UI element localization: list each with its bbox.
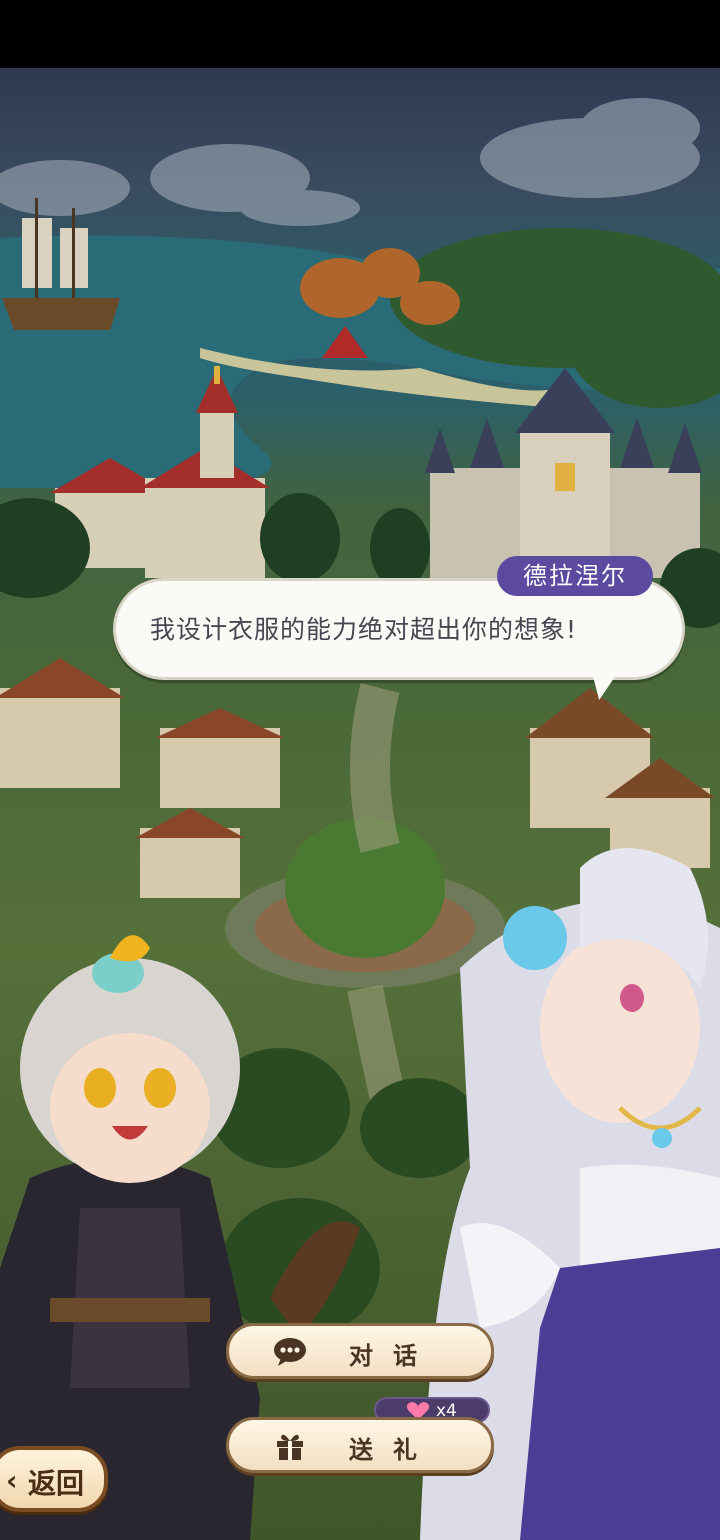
dialogue-bubble-tail <box>585 668 621 700</box>
town-background <box>0 68 720 1540</box>
status-bar <box>0 0 720 68</box>
chevron-left-icon: ‹ <box>6 1464 18 1497</box>
town-map-illustration <box>0 98 720 1540</box>
gift-box-icon <box>277 1434 303 1460</box>
gift-button[interactable]: 送礼 <box>226 1417 494 1473</box>
chat-bubble-icon <box>274 1338 306 1366</box>
gift-button-label: 送礼 <box>349 1436 437 1464</box>
dialogue-text: 我设计衣服的能力绝对超出你的想象! <box>150 615 578 644</box>
talk-button-label: 对话 <box>349 1342 437 1370</box>
back-button-label: 返回 <box>28 1467 85 1500</box>
speaker-name-tag: 德拉涅尔 <box>497 556 653 596</box>
talk-button[interactable]: 对话 <box>226 1323 494 1379</box>
back-button[interactable]: ‹ 返回 <box>0 1446 108 1512</box>
